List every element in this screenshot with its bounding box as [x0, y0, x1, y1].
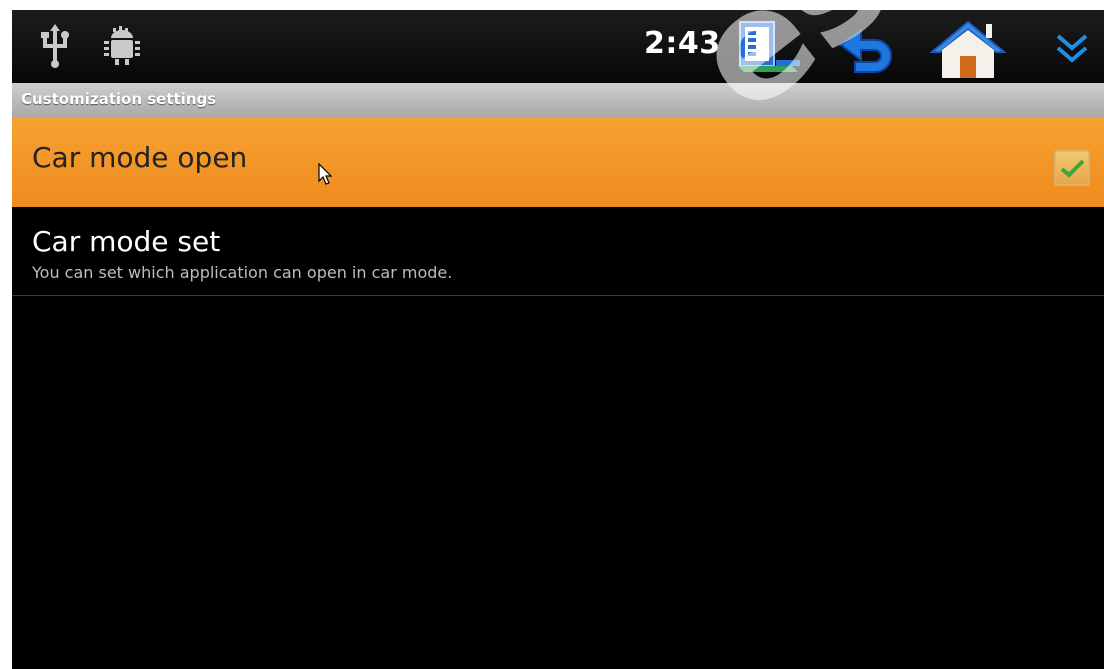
setting-row-car-mode-set[interactable]: Car mode set You can set which applicati… [12, 207, 1104, 296]
android-debug-icon [104, 26, 140, 65]
android-screen: 2:43 Customization settings Car mode ope… [12, 10, 1104, 669]
status-bar: 2:43 [12, 10, 1104, 83]
car-mode-open-checkbox[interactable] [1054, 150, 1090, 186]
recent-apps-icon[interactable] [736, 20, 802, 76]
setting-title: Car mode open [32, 141, 248, 174]
expand-down-icon[interactable] [1052, 28, 1092, 68]
setting-row-car-mode-open[interactable]: Car mode open [12, 117, 1104, 207]
setting-title: Car mode set [32, 225, 221, 258]
page-title: Customization settings [21, 90, 217, 108]
setting-summary: You can set which application can open i… [32, 263, 453, 282]
status-clock: 2:43 [644, 26, 721, 61]
home-icon[interactable] [928, 18, 1008, 80]
usb-icon [41, 24, 69, 68]
mouse-cursor-icon [318, 163, 333, 185]
checkmark-icon [1060, 159, 1085, 178]
back-icon[interactable] [835, 22, 905, 78]
preference-category-header: Customization settings [12, 83, 1104, 117]
